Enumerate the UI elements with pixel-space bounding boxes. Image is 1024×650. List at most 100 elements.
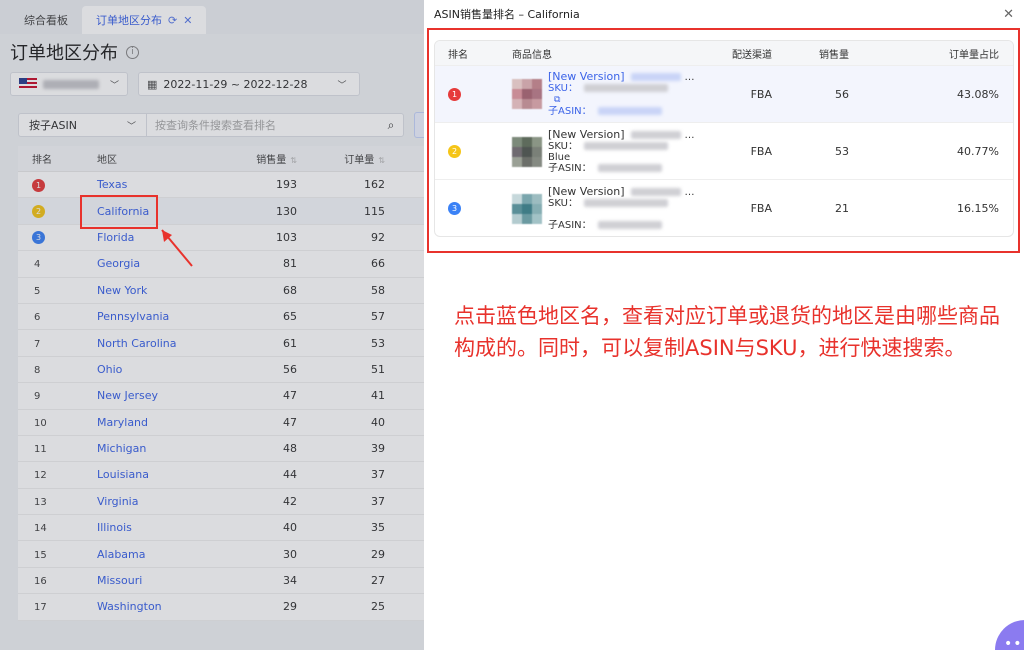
product-thumbnail[interactable] [512,79,542,109]
child-asin-label: 子ASIN： [548,162,592,174]
search-group: 按子ASIN ﹀ ⌕ [18,113,404,137]
rank-cell: 14 [18,521,80,534]
region-link[interactable]: Michigan [97,442,146,455]
col-orders[interactable]: 订单量 ⇅ [305,151,415,166]
table-row: 10 Maryland 47 40 [18,410,424,436]
date-range-picker[interactable]: ▦ 2022-11-29 ~ 2022-12-28 ﹀ [138,72,360,96]
product-thumbnail[interactable] [512,136,542,167]
search-icon[interactable]: ⌕ [379,114,403,136]
product-info-cell: [New Version] … SKU： ⧉ 子ASIN： [510,71,724,117]
region-cell: Pennsylvania [80,310,225,323]
region-link[interactable]: Alabama [97,548,146,561]
variant-label: Blue [548,151,571,163]
sales-cell: 48 [283,442,297,456]
region-link[interactable]: Washington [97,600,162,613]
sku-line: SKU： [548,83,695,94]
order-toggle-button[interactable]: 订 [414,112,424,138]
sales-cell: 30 [283,547,297,561]
close-icon[interactable]: ✕ [183,14,192,27]
rank-cell: 15 [18,548,80,561]
orders-cell: 58 [371,283,385,297]
orders-cell: 51 [371,362,385,376]
product-name-link[interactable]: [New Version] [548,185,625,198]
rank-badge: 3 [32,231,45,245]
table-row: 3 Florida 103 92 [18,225,424,252]
tab-order-region[interactable]: 订单地区分布 ⟳ ✕ [82,6,207,34]
region-table-body: 1 Texas 193 162 2 California 130 115 3 Florida 103… [18,172,424,621]
col-sales[interactable]: 销售量 ⇅ [225,151,305,166]
marketplace-select[interactable]: ﹀ [10,72,128,96]
drawer-title: ASIN销售量排名 – California [434,8,580,21]
info-icon[interactable]: i [126,45,139,59]
sort-icon[interactable]: ⇅ [290,156,297,165]
tab-dashboard[interactable]: 综合看板 [10,6,82,34]
orders-cell: 37 [371,494,385,508]
refresh-icon[interactable]: ⟳ [168,14,177,27]
child-asin-line: 子ASIN： [548,220,695,231]
close-icon[interactable]: ✕ [1003,7,1014,22]
region-link[interactable]: North Carolina [97,337,177,350]
table-row: 11 Michigan 48 39 [18,436,424,463]
region-cell: North Carolina [80,337,225,350]
child-asin-label: 子ASIN： [548,219,592,231]
orders-cell: 41 [371,389,385,403]
sales-cell: 21 [835,201,849,215]
col-product-info: 商品信息 [512,49,552,61]
table-row: 5 New York 68 58 [18,278,424,304]
rank-cell: 1 [435,87,510,101]
orders-cell: 27 [371,574,385,588]
sales-cell: 81 [283,257,297,271]
rank-number: 5 [34,285,41,297]
orders-cell: 53 [371,336,385,350]
search-input[interactable] [147,114,379,136]
copy-icon[interactable]: ⧉ [548,95,560,105]
rank-number: 16 [34,576,47,588]
child-asin-blurred [597,163,662,172]
rank-cell: 8 [18,363,80,376]
product-name-line: [New Version]… [548,129,695,141]
child-asin-label: 子ASIN： [548,106,592,117]
sort-icon[interactable]: ⇅ [378,156,385,165]
rank-cell: 3 [18,230,80,245]
region-table: 排名 地区 销售量 ⇅ 订单量 ⇅ 1 Texas 193 162 2 California 1… [18,146,424,621]
region-cell: Virginia [80,495,225,508]
region-link[interactable]: Virginia [97,495,138,508]
region-link[interactable]: Texas [97,178,127,191]
table-row: 9 New Jersey 47 41 [18,383,424,410]
product-name-link[interactable]: [New Version] [548,70,625,83]
sales-cell: 42 [283,494,297,508]
col-rank: 排名 [448,49,468,61]
region-link[interactable]: New Jersey [97,389,158,402]
rank-badge: 1 [448,88,461,101]
sales-cell: 56 [835,87,849,101]
rank-badge: 2 [32,205,45,219]
orders-cell: 25 [371,600,385,614]
region-link[interactable]: Georgia [97,257,140,270]
region-link[interactable]: Ohio [97,363,122,376]
region-cell: Texas [80,178,225,191]
rank-number: 4 [34,259,41,271]
orders-cell: 35 [371,521,385,535]
region-link[interactable]: Pennsylvania [97,310,169,323]
product-name-link[interactable]: [New Version] [548,128,625,141]
region-link[interactable]: Missouri [97,574,142,587]
region-cell: Alabama [80,548,225,561]
region-cell: Maryland [80,416,225,429]
rank-number: 11 [34,444,47,456]
region-cell: New York [80,284,225,297]
region-link[interactable]: Illinois [97,521,132,534]
region-link[interactable]: New York [97,284,147,297]
region-link[interactable]: Florida [97,231,134,244]
region-link[interactable]: Louisiana [97,468,149,481]
sku-value-blurred [583,141,668,150]
tab-label: 订单地区分布 [96,14,162,27]
sales-cell: 193 [276,178,297,192]
search-type-select[interactable]: 按子ASIN ﹀ [19,114,147,136]
rank-cell: 4 [18,257,80,270]
product-thumbnail[interactable] [512,193,542,224]
rank-number: 14 [34,523,47,535]
col-orders-label: 订单量 [344,155,375,166]
orders-cell: 29 [371,547,385,561]
rank-cell: 6 [18,310,80,323]
region-link[interactable]: Maryland [97,416,148,429]
